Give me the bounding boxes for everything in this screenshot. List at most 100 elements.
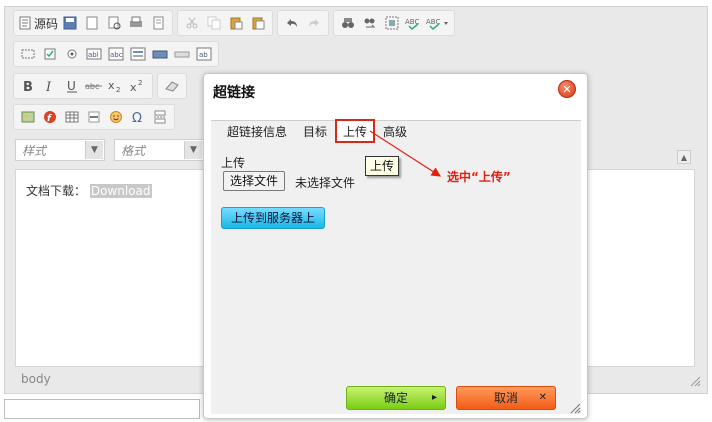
flash-button[interactable]: f [40, 107, 60, 127]
hidden-field-icon [174, 51, 190, 58]
svg-text:x: x [108, 79, 115, 92]
source-button[interactable]: 源码 [18, 13, 58, 33]
table-button[interactable] [62, 107, 82, 127]
copy-icon [207, 16, 221, 30]
tab-upload[interactable]: 上传 [335, 119, 376, 143]
remove-format-button[interactable] [162, 76, 182, 96]
strike-icon: abc [85, 82, 102, 91]
hidden-field-button[interactable] [172, 44, 192, 64]
radio-button[interactable] [62, 44, 82, 64]
paste-text-button[interactable] [248, 13, 268, 33]
upload-tooltip: 上传 [365, 156, 400, 176]
new-page-button[interactable] [82, 13, 102, 33]
replace-button[interactable] [360, 13, 380, 33]
paste-button[interactable] [226, 13, 246, 33]
image-button-field-button[interactable]: ab [194, 44, 214, 64]
smiley-button[interactable] [106, 107, 126, 127]
copy-button[interactable] [204, 13, 224, 33]
upload-to-server-button[interactable]: 上传到服务器上 [221, 207, 325, 229]
undo-icon [287, 19, 298, 27]
underline-button[interactable]: U [62, 76, 82, 96]
tab-advanced[interactable]: 高级 [376, 120, 414, 142]
redo-button[interactable] [304, 13, 324, 33]
undo-button[interactable] [282, 13, 302, 33]
toolbar-group-history [277, 10, 330, 36]
dialog-tabs: 超链接信息 目标 上传 高级 [220, 119, 416, 143]
find-button[interactable] [338, 13, 358, 33]
element-path-body[interactable]: body [21, 372, 51, 386]
italic-icon: I [45, 80, 52, 93]
form-button[interactable] [18, 44, 38, 64]
image-icon [21, 111, 35, 123]
upload-field-label: 上传 [221, 156, 246, 170]
redo-icon [309, 19, 320, 27]
tab-target[interactable]: 目标 [296, 120, 334, 142]
annotation-label: 选中“上传” [447, 170, 511, 184]
save-button[interactable] [60, 13, 80, 33]
button-field-icon [152, 50, 168, 59]
source-icon [19, 16, 31, 30]
paste-icon [230, 17, 243, 30]
dialog-resize-grip-icon[interactable] [569, 402, 581, 414]
format-select[interactable]: 格式 ▼ [114, 139, 204, 161]
toolbar-row-3: B I U abc x2 x2 [13, 73, 187, 99]
dialog-title: 超链接 [213, 85, 255, 101]
checkbox-button[interactable] [40, 44, 60, 64]
toolbar-group-insert: f Ω [13, 104, 175, 130]
bold-button[interactable]: B [18, 76, 38, 96]
scroll-up-arrow-icon[interactable]: ▲ [677, 150, 691, 164]
textarea-icon: abc [108, 47, 124, 61]
spellcheck-icon: ABC [405, 18, 419, 30]
underline-icon: U [67, 79, 77, 93]
select-all-button[interactable] [382, 13, 402, 33]
horizontal-rule-button[interactable] [84, 107, 104, 127]
textfield-button[interactable]: abl [84, 44, 104, 64]
image-button[interactable] [18, 107, 38, 127]
strike-button[interactable]: abc [84, 76, 104, 96]
italic-button[interactable]: I [40, 76, 60, 96]
spellcheck-button[interactable]: ABC [404, 13, 424, 33]
cut-button[interactable] [182, 13, 202, 33]
page-bottom-input[interactable] [4, 399, 200, 419]
checkbox-icon [44, 48, 56, 60]
tab-link-info[interactable]: 超链接信息 [220, 120, 294, 142]
superscript-button[interactable]: x2 [128, 76, 148, 96]
find-icon [342, 18, 355, 28]
toolbar-row-2: abl abc ab [13, 41, 219, 67]
style-select[interactable]: 样式 ▼ [15, 139, 105, 161]
subscript-button[interactable]: x2 [106, 76, 126, 96]
svg-text:2: 2 [138, 79, 142, 87]
page-break-button[interactable] [150, 107, 170, 127]
screenshot-stage: 源码 ABC ABC abl abc ab B I U abc x 2 x 2 … [0, 0, 712, 422]
scayt-button[interactable]: ABC [426, 13, 450, 33]
cancel-button[interactable]: 取消 ✕ [456, 386, 556, 410]
button-field-button[interactable] [150, 44, 170, 64]
select-field-icon [130, 47, 146, 61]
ok-button[interactable]: 确定 ▸ [346, 386, 446, 410]
select-field-button[interactable] [128, 44, 148, 64]
omega-icon: Ω [132, 111, 142, 124]
scayt-icon: ABC [426, 18, 449, 30]
svg-text:ab: ab [199, 51, 208, 59]
page-break-icon [154, 110, 166, 124]
choose-file-button[interactable]: 选择文件 [223, 171, 286, 191]
horizontal-rule-icon [88, 111, 100, 123]
special-char-button[interactable]: Ω [128, 107, 148, 127]
cancel-button-label: 取消 [493, 391, 518, 405]
toolbar-group-forms: abl abc ab [13, 41, 219, 67]
toolbar-row-1: 源码 ABC ABC [13, 10, 456, 36]
svg-text:U: U [67, 79, 76, 93]
svg-text:2: 2 [116, 86, 120, 93]
print-button[interactable] [126, 13, 146, 33]
resize-grip-icon[interactable] [689, 375, 701, 387]
paste-text-icon [252, 17, 265, 30]
preview-button[interactable] [104, 13, 124, 33]
save-icon [63, 16, 77, 30]
close-icon[interactable]: ✕ [558, 80, 576, 98]
image-button-field-icon: ab [196, 47, 212, 61]
textarea-button[interactable]: abc [106, 44, 126, 64]
toolbar-group-editing: ABC ABC [333, 10, 456, 36]
templates-button[interactable] [148, 13, 168, 33]
selected-link-text[interactable]: Download [89, 184, 152, 198]
ok-button-label: 确定 [383, 391, 408, 405]
